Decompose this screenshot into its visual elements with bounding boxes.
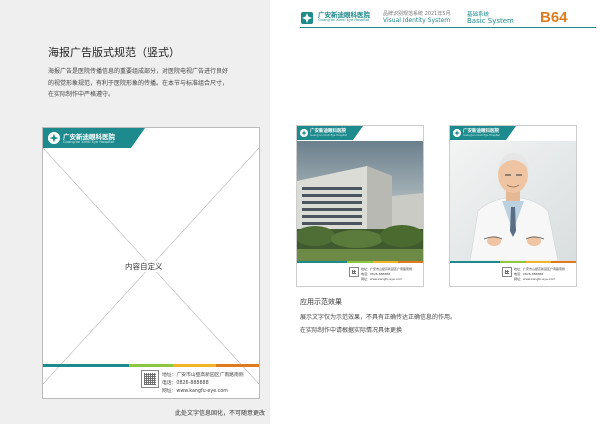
header-section-en: Basic System xyxy=(467,17,514,25)
poster-content-placeholder: 内容自定义 xyxy=(43,148,259,384)
color-bar-teal xyxy=(43,364,130,367)
poster-header-slant xyxy=(131,128,145,148)
header-hospital-name-en: Guang'an Xindi Eye Hospital xyxy=(318,18,370,22)
poster-website: 网址：www.kangfu-eye.com xyxy=(361,277,403,281)
poster-hospital-name-en: Guang'an Xindi Eye Hospital xyxy=(463,134,500,137)
qr-code-icon xyxy=(141,370,159,388)
qr-code-icon xyxy=(349,267,359,277)
example-poster-building: 广安新迪眼科医院 Guang'an Xindi Eye Hospital 地址：… xyxy=(296,125,424,287)
color-bar-green xyxy=(500,261,526,263)
header-vi-system-cn: 品牌识别规范系统 2021年5月 xyxy=(383,11,451,17)
poster-logo-icon xyxy=(453,129,461,137)
poster-logo-icon xyxy=(300,129,308,137)
content-custom-label: 内容自定义 xyxy=(123,261,165,272)
section-title: 海报广告版式规范（竖式） xyxy=(48,46,180,59)
poster-website: 网址：www.kangfu-eye.com xyxy=(514,277,556,281)
poster-phone: 电话：0826-888888 xyxy=(514,272,544,276)
poster-logo-icon xyxy=(48,132,60,144)
poster-phone: 电话：0826-888888 xyxy=(361,272,391,276)
section-description: 海报广告是医院传播信息的重要组成部分，对医院电视广告进行良好的视觉形象规范，有利… xyxy=(48,68,229,98)
poster-phone: 电话：0826-888888 xyxy=(162,381,209,386)
poster-color-bar xyxy=(450,261,576,263)
poster-template: 广安新迪眼科医院 Guang'an Xindi Eye Hospital 内容自… xyxy=(42,127,260,399)
example-note-line-1: 展示文字仅为示范效果，不具有正确传达正确信息的作用。 xyxy=(300,314,457,321)
color-bar-orange xyxy=(215,364,259,367)
color-bar-green xyxy=(347,261,373,263)
color-bar-orange xyxy=(397,261,423,263)
poster-header-slant xyxy=(506,126,516,140)
color-bar-yellow xyxy=(372,261,398,263)
poster-hospital-name-en: Guang'an Xindi Eye Hospital xyxy=(63,140,115,144)
color-bar-teal xyxy=(297,261,348,263)
header-divider xyxy=(300,27,596,28)
poster-hospital-name-en: Guang'an Xindi Eye Hospital xyxy=(310,134,347,137)
poster-header-slant xyxy=(353,126,363,140)
color-bar-green xyxy=(129,364,173,367)
doctor-portrait-photo xyxy=(450,141,576,261)
poster-color-bar xyxy=(43,364,259,367)
poster-color-bar xyxy=(297,261,423,263)
hospital-building-photo xyxy=(297,141,423,261)
color-bar-yellow xyxy=(525,261,551,263)
color-bar-orange xyxy=(550,261,576,263)
page-code: B64 xyxy=(540,9,568,26)
color-bar-yellow xyxy=(172,364,216,367)
poster-website: 网址：www.kangfu-eye.com xyxy=(162,389,228,394)
example-note-line-2: 在实际制作中请根据实际情况具体更换 xyxy=(300,327,403,334)
example-title: 应用示范效果 xyxy=(300,298,342,306)
poster-address: 地址：广安市山壁高新园区广南路南侧 xyxy=(361,267,413,271)
poster-address: 地址：广安市山壁高新园区广南路南侧 xyxy=(514,267,566,271)
footnote: 此处文字信息固化，不可随意更改 xyxy=(175,410,266,417)
example-poster-doctor: 广安新迪眼科医院 Guang'an Xindi Eye Hospital 地址：… xyxy=(449,125,577,287)
header-vi-system-en: Visual Identity System xyxy=(383,17,451,24)
color-bar-teal xyxy=(450,261,501,263)
poster-address: 地址：广安市山壁高新园区广南路南侧 xyxy=(162,373,244,378)
qr-code-icon xyxy=(502,267,512,277)
hospital-logo-icon xyxy=(301,12,313,24)
